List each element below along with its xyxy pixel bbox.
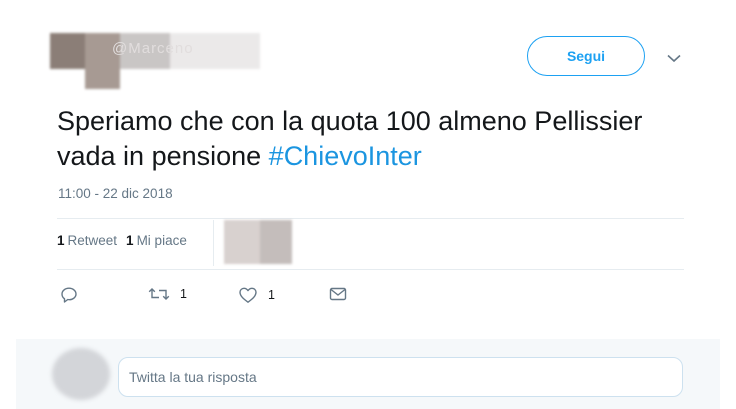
hashtag-link[interactable]: #ChievoInter <box>269 141 422 171</box>
like-button[interactable]: 1 <box>238 286 275 304</box>
like-stat-count: 1 <box>126 233 134 248</box>
tweet-card: @Marceno Segui Speriamo che con la quota… <box>0 0 736 409</box>
reply-icon <box>61 287 77 303</box>
retweet-count: 1 <box>180 287 187 301</box>
heart-icon <box>239 287 257 303</box>
liker-avatar[interactable] <box>224 220 292 264</box>
like-stat[interactable]: 1 Mi piace <box>126 233 187 248</box>
like-stat-label: Mi piace <box>136 233 187 248</box>
like-count: 1 <box>268 288 275 302</box>
tweet-stats: 1 Retweet 1 Mi piace <box>57 233 196 248</box>
retweet-stat-label: Retweet <box>67 233 118 248</box>
divider <box>213 220 214 266</box>
tweet-timestamp[interactable]: 11:00 - 22 dic 2018 <box>58 186 173 201</box>
retweet-icon <box>148 288 170 300</box>
divider <box>57 269 684 270</box>
author-name[interactable]: @Marceno <box>112 40 194 57</box>
chevron-down-icon[interactable] <box>664 48 684 68</box>
retweet-stat-count: 1 <box>57 233 65 248</box>
retweet-stat[interactable]: 1 Retweet <box>57 233 117 248</box>
retweet-button[interactable]: 1 <box>148 286 187 302</box>
avatar <box>52 348 110 400</box>
direct-message-button[interactable] <box>329 286 347 302</box>
tweet-text: Speriamo che con la quota 100 almeno Pel… <box>57 104 677 174</box>
envelope-icon <box>329 287 347 301</box>
reply-input[interactable]: Twitta la tua risposta <box>118 357 683 397</box>
follow-button[interactable]: Segui <box>527 36 645 76</box>
reply-button[interactable] <box>60 286 78 304</box>
divider <box>57 218 684 219</box>
reply-placeholder: Twitta la tua risposta <box>129 369 257 385</box>
